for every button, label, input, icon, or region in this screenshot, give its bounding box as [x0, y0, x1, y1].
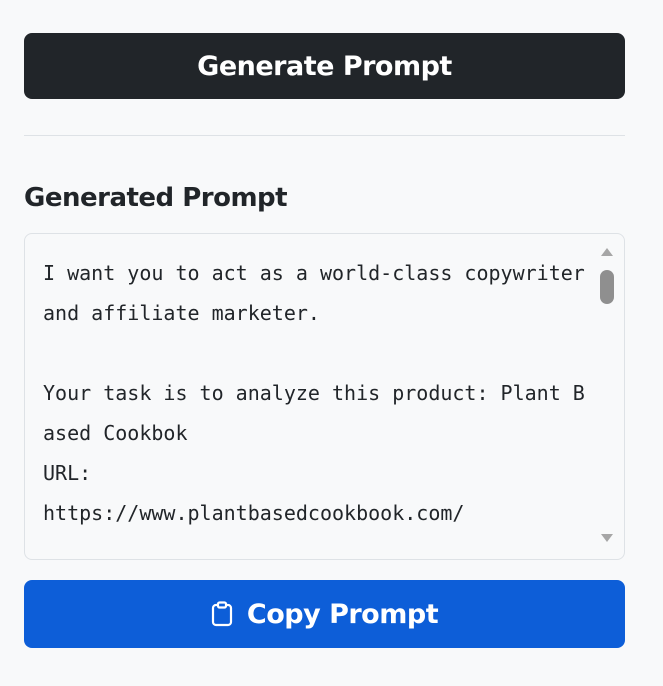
generate-prompt-button[interactable]: Generate Prompt — [24, 33, 625, 99]
clipboard-icon — [211, 601, 233, 627]
generated-prompt-text: I want you to act as a world-class copyw… — [43, 261, 585, 525]
scrollbar-thumb[interactable] — [600, 270, 614, 304]
scroll-down-arrow-icon[interactable] — [601, 534, 613, 542]
prompt-panel: Generate Prompt Generated Prompt I want … — [0, 0, 663, 686]
scroll-up-arrow-icon[interactable] — [601, 248, 613, 256]
generated-prompt-textarea[interactable]: I want you to act as a world-class copyw… — [24, 233, 625, 560]
section-divider — [24, 135, 625, 136]
copy-prompt-label: Copy Prompt — [246, 598, 439, 630]
copy-prompt-button[interactable]: Copy Prompt — [24, 580, 625, 648]
generated-prompt-title: Generated Prompt — [24, 183, 288, 213]
prompt-scrollbar[interactable] — [590, 234, 624, 559]
